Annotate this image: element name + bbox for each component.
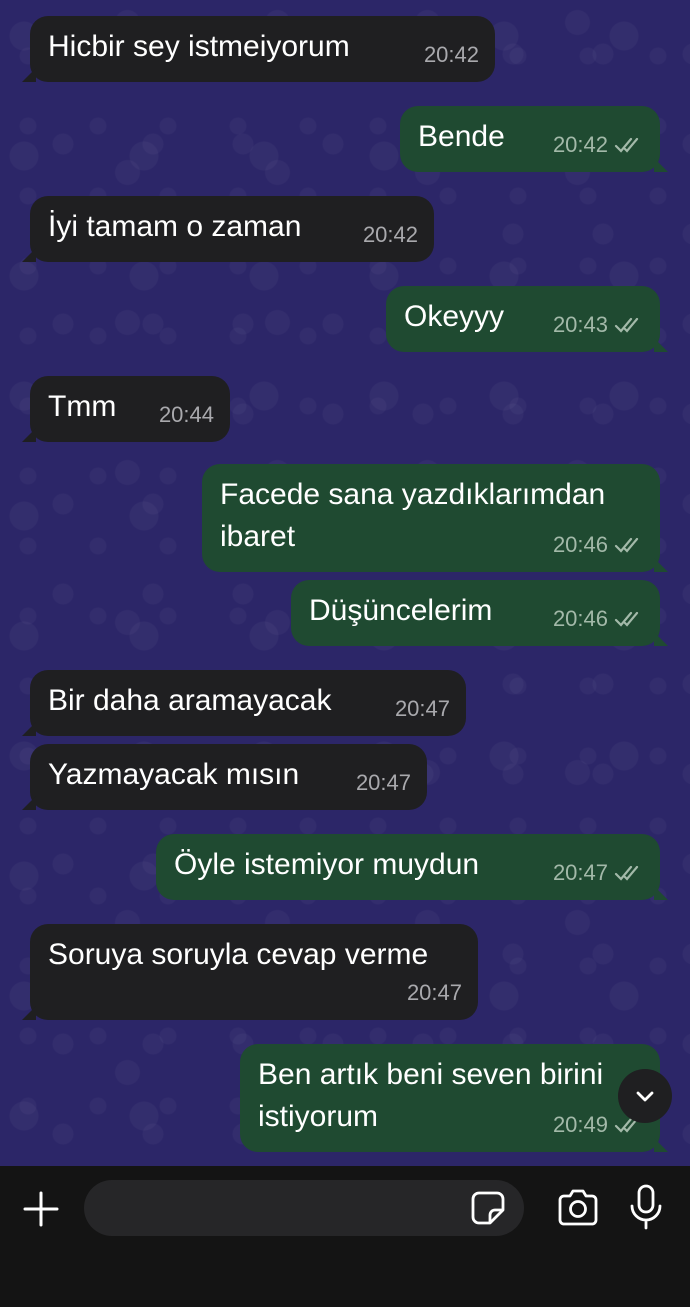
- message-outgoing[interactable]: Öyle istemiyor muydun 20:47: [156, 834, 668, 900]
- message-meta: 20:47: [395, 688, 450, 730]
- message-meta: 20:46: [553, 598, 644, 640]
- chat-message-list[interactable]: Hicbir sey istmeiyorum 20:42 Bende 20:42…: [0, 0, 690, 1166]
- message-composer: [0, 1166, 690, 1307]
- message-outgoing[interactable]: Bende 20:42: [400, 106, 668, 172]
- message-time: 20:44: [158, 402, 214, 427]
- message-meta: 20:42: [553, 124, 644, 166]
- message-meta: 20:43: [553, 304, 644, 346]
- message-time: 20:46: [552, 606, 608, 631]
- camera-icon[interactable]: [556, 1188, 600, 1228]
- message-incoming[interactable]: Bir daha aramayacak 20:47: [22, 670, 466, 736]
- message-text: Yazmayacak mısın: [48, 758, 300, 791]
- double-check-icon: [614, 865, 639, 881]
- double-check-icon: [614, 611, 639, 627]
- message-text: Hicbir sey istmeiyorum: [48, 30, 350, 63]
- message-time: 20:46: [552, 532, 608, 557]
- chevron-down-icon: [636, 1091, 654, 1102]
- message-outgoing[interactable]: Ben artık beni seven birini istiyorum 20…: [240, 1044, 668, 1152]
- scroll-to-bottom-button[interactable]: [618, 1069, 672, 1123]
- message-time: 20:49: [552, 1112, 608, 1137]
- message-incoming[interactable]: Yazmayacak mısın 20:47: [22, 744, 427, 810]
- message-incoming[interactable]: Tmm 20:44: [22, 376, 230, 442]
- message-incoming[interactable]: Soruya soruyla cevap verme 20:47: [22, 924, 478, 1020]
- message-time: 20:47: [394, 696, 450, 721]
- message-outgoing[interactable]: Facede sana yazdıklarımdan ibaret 20:46: [202, 464, 668, 572]
- message-time: 20:42: [362, 222, 418, 247]
- message-incoming[interactable]: İyi tamam o zaman 20:42: [22, 196, 434, 262]
- message-input[interactable]: [84, 1180, 524, 1236]
- microphone-icon[interactable]: [628, 1184, 664, 1230]
- message-time: 20:43: [552, 312, 608, 337]
- message-time: 20:47: [406, 980, 462, 1005]
- message-outgoing[interactable]: Okeyyy 20:43: [386, 286, 668, 352]
- message-time: 20:47: [552, 860, 608, 885]
- message-meta: 20:47: [356, 762, 411, 804]
- double-check-icon: [614, 137, 639, 153]
- message-meta: 20:42: [424, 34, 479, 76]
- double-check-icon: [614, 317, 639, 333]
- message-text: İyi tamam o zaman: [48, 210, 302, 243]
- plus-icon[interactable]: [22, 1190, 60, 1228]
- message-time: 20:47: [355, 770, 411, 795]
- message-meta: 20:44: [159, 394, 214, 436]
- double-check-icon: [614, 537, 639, 553]
- message-text: Bir daha aramayacak: [48, 684, 332, 717]
- message-meta: 20:42: [363, 214, 418, 256]
- message-outgoing[interactable]: Düşüncelerim 20:46: [291, 580, 668, 646]
- message-time: 20:42: [423, 42, 479, 67]
- message-text: Soruya soruyla cevap verme: [48, 938, 429, 971]
- message-meta: 20:47: [553, 852, 644, 894]
- message-time: 20:42: [552, 132, 608, 157]
- message-meta: 20:46: [553, 524, 644, 566]
- message-incoming[interactable]: Hicbir sey istmeiyorum 20:42: [22, 16, 495, 82]
- sticker-icon[interactable]: [470, 1190, 506, 1226]
- message-meta: 20:47: [407, 972, 462, 1014]
